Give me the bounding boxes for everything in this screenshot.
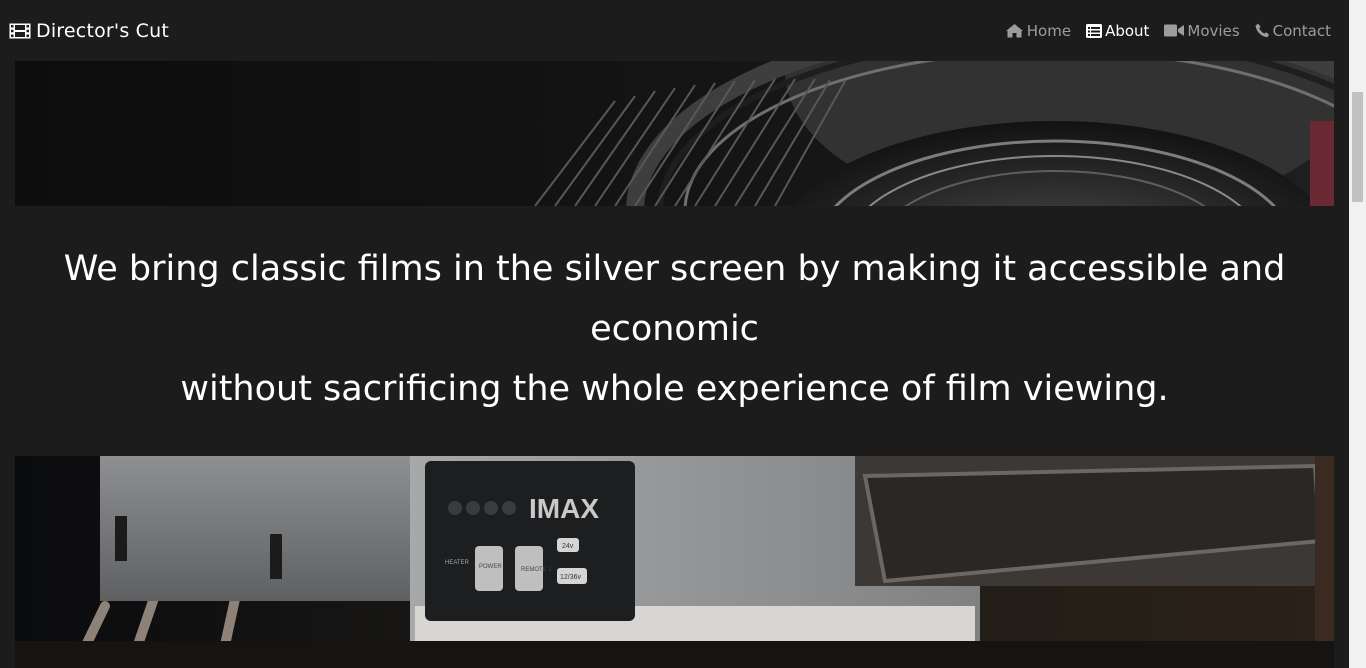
nav-item-contact[interactable]: Contact <box>1255 22 1331 40</box>
video-camera-icon <box>1164 24 1185 37</box>
tagline-section: We bring classic films in the silver scr… <box>15 206 1334 456</box>
nav-links: Home About Movies Contact <box>990 22 1331 40</box>
camera-lens-illustration <box>15 61 1334 206</box>
hero-image-imax-projector: IMAX HEATER POWER REMOTE 1 24v 12/36v <box>15 456 1334 668</box>
projector-power-label: POWER <box>479 564 502 570</box>
nav-item-movies[interactable]: Movies <box>1164 21 1240 40</box>
page: Director's Cut Home About Movies Contact… <box>0 0 1366 668</box>
projector-remote-label: REMOTE 1 <box>521 567 552 573</box>
nav-contact-label: Contact <box>1272 21 1331 40</box>
tagline-line-1: We bring classic films in the silver scr… <box>63 249 1286 349</box>
vertical-scrollbar[interactable] <box>1349 0 1366 668</box>
nav-movies-label: Movies <box>1187 21 1240 40</box>
nav-item-home[interactable]: Home <box>1005 22 1071 40</box>
home-icon <box>1005 24 1023 38</box>
hero-image-camera-lens <box>15 61 1334 206</box>
nav-home-label: Home <box>1026 21 1072 40</box>
scrollbar-thumb[interactable] <box>1352 92 1363 202</box>
projector-heater-label: HEATER <box>445 560 470 566</box>
projector-voltage-label-2: 12/36v <box>560 574 582 581</box>
projector-brand-label: IMAX <box>529 493 599 524</box>
list-alt-icon <box>1086 23 1103 38</box>
imax-projector-illustration: IMAX HEATER POWER REMOTE 1 24v 12/36v <box>15 456 1334 668</box>
nav-item-about[interactable]: About <box>1086 22 1149 40</box>
phone-icon <box>1255 23 1269 38</box>
brand-link[interactable]: Director's Cut <box>9 20 169 42</box>
nav-about-label: About <box>1105 21 1150 40</box>
film-icon <box>9 23 31 38</box>
brand-name: Director's Cut <box>36 19 170 42</box>
navbar: Director's Cut Home About Movies Contact <box>0 0 1349 61</box>
tagline-line-2: without sacrificing the whole experience… <box>180 369 1169 409</box>
projector-voltage-label: 24v <box>562 543 574 550</box>
